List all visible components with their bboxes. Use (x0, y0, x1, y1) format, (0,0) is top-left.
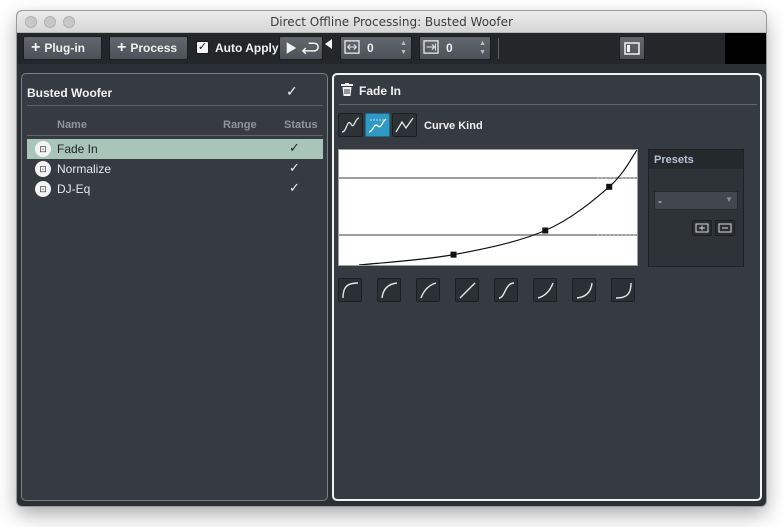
title-bar: Direct Offline Processing: Busted Woofer (17, 11, 766, 33)
presets-header: Presets (649, 150, 743, 169)
presets-dropdown[interactable]: - ▼ (654, 191, 738, 210)
plus-icon: + (31, 39, 41, 56)
clip-status-check-icon[interactable]: ✓ (286, 83, 298, 100)
curve-kind-spline-button[interactable] (338, 113, 363, 137)
toolbar-divider (498, 38, 499, 59)
curve-shape-button[interactable] (494, 278, 518, 302)
column-header-name[interactable]: Name (57, 119, 87, 131)
divider (27, 105, 323, 106)
curve-shape-button[interactable] (533, 278, 557, 302)
post-range-icon (423, 40, 439, 54)
divider (27, 135, 323, 136)
plugin-button[interactable]: + Plug-in (23, 36, 102, 60)
process-name: Normalize (57, 162, 112, 176)
post-crossfade-field[interactable]: 0 ▲ ▼ (419, 36, 491, 60)
window-title: Direct Offline Processing: Busted Woofer (270, 15, 513, 29)
presets-panel: Presets - ▼ (648, 149, 744, 267)
concave-strong-icon (615, 282, 632, 299)
convex-soft-icon (420, 282, 437, 299)
remove-preset-icon (718, 223, 732, 233)
presets-selected-value: - (658, 194, 662, 208)
status-check-icon[interactable]: ✓ (289, 160, 300, 176)
auto-apply-checkbox[interactable]: ✓ (196, 41, 209, 54)
list-item[interactable]: ⊡ Normalize ✓ (27, 159, 323, 179)
spline-curve-icon (341, 117, 360, 133)
fade-curve-graph[interactable] (339, 149, 638, 266)
list-item[interactable]: ⊡ Fade In ✓ (27, 139, 323, 159)
damped-spline-curve-icon (368, 118, 387, 133)
post-crossfade-value: 0 (446, 41, 453, 55)
curve-shape-button[interactable] (611, 278, 635, 302)
process-type-icon: ⊡ (35, 141, 51, 157)
curve-point-handle[interactable] (606, 183, 613, 190)
curve-kind-linear-button[interactable] (392, 113, 417, 137)
post-stepper-icon[interactable]: ▲ ▼ (479, 39, 486, 57)
fade-curve-display[interactable] (338, 149, 638, 266)
process-type-icon: ⊡ (35, 181, 51, 197)
process-button-label: Process (130, 41, 178, 55)
s-curve-icon (498, 282, 515, 299)
dop-window: Direct Offline Processing: Busted Woofer… (17, 11, 766, 506)
status-check-icon[interactable]: ✓ (289, 140, 300, 156)
process-type-icon: ⊡ (35, 161, 51, 177)
auto-apply-label: Auto Apply (215, 41, 279, 55)
process-name: Fade In (57, 142, 98, 156)
curve-shape-button[interactable] (377, 278, 401, 302)
linear-icon (459, 282, 476, 299)
clip-title: Busted Woofer (27, 86, 113, 100)
convex-strong-icon (342, 282, 359, 299)
fade-in-editor-panel: Fade In Curve Kind Presets - ▼ (332, 73, 762, 501)
chevron-down-icon: ▼ (725, 195, 733, 204)
toolbar: + Plug-in + Process ✓ Auto Apply 0 ▲ ▼ 0… (17, 33, 725, 64)
fade-curve-line (358, 149, 638, 266)
process-name: DJ-Eq (57, 182, 91, 196)
curve-shape-button[interactable] (572, 278, 596, 302)
pre-crossfade-field[interactable]: 0 ▲ ▼ (340, 36, 412, 60)
curve-shape-button[interactable] (416, 278, 440, 302)
remove-preset-button[interactable] (715, 220, 735, 236)
toolbar-end-spacer (725, 33, 766, 64)
concave-soft-icon (537, 282, 554, 299)
column-header-range[interactable]: Range (223, 119, 257, 131)
plugin-button-label: Plug-in (44, 41, 86, 55)
process-title: Fade In (359, 84, 402, 98)
play-icon (286, 42, 319, 55)
convex-icon (381, 282, 398, 299)
process-list-panel: Busted Woofer ✓ Name Range Status ⊡ Fade… (21, 73, 328, 501)
collapse-arrow-icon[interactable] (325, 39, 333, 49)
pre-stepper-icon[interactable]: ▲ ▼ (400, 39, 407, 57)
panel-layout-icon (624, 41, 640, 55)
column-header-status[interactable]: Status (284, 119, 318, 131)
trash-icon[interactable] (341, 83, 353, 96)
concave-icon (576, 282, 593, 299)
pre-crossfade-value: 0 (367, 41, 374, 55)
save-preset-icon (695, 223, 709, 233)
save-preset-button[interactable] (692, 220, 712, 236)
play-loop-button[interactable] (279, 36, 323, 60)
pre-range-icon (344, 40, 360, 54)
process-button[interactable]: + Process (109, 36, 188, 60)
curve-shape-button[interactable] (455, 278, 479, 302)
list-item[interactable]: ⊡ DJ-Eq ✓ (27, 179, 323, 199)
curve-kind-label: Curve Kind (424, 120, 483, 132)
plus-icon: + (117, 39, 127, 56)
divider (339, 104, 757, 105)
status-check-icon[interactable]: ✓ (289, 180, 300, 196)
curve-point-handle[interactable] (542, 227, 549, 234)
curve-shape-button[interactable] (338, 278, 362, 302)
curve-kind-damped-spline-button[interactable] (365, 113, 390, 137)
panel-layout-button[interactable] (619, 36, 645, 60)
linear-curve-icon (395, 117, 414, 133)
curve-point-handle[interactable] (450, 251, 457, 258)
